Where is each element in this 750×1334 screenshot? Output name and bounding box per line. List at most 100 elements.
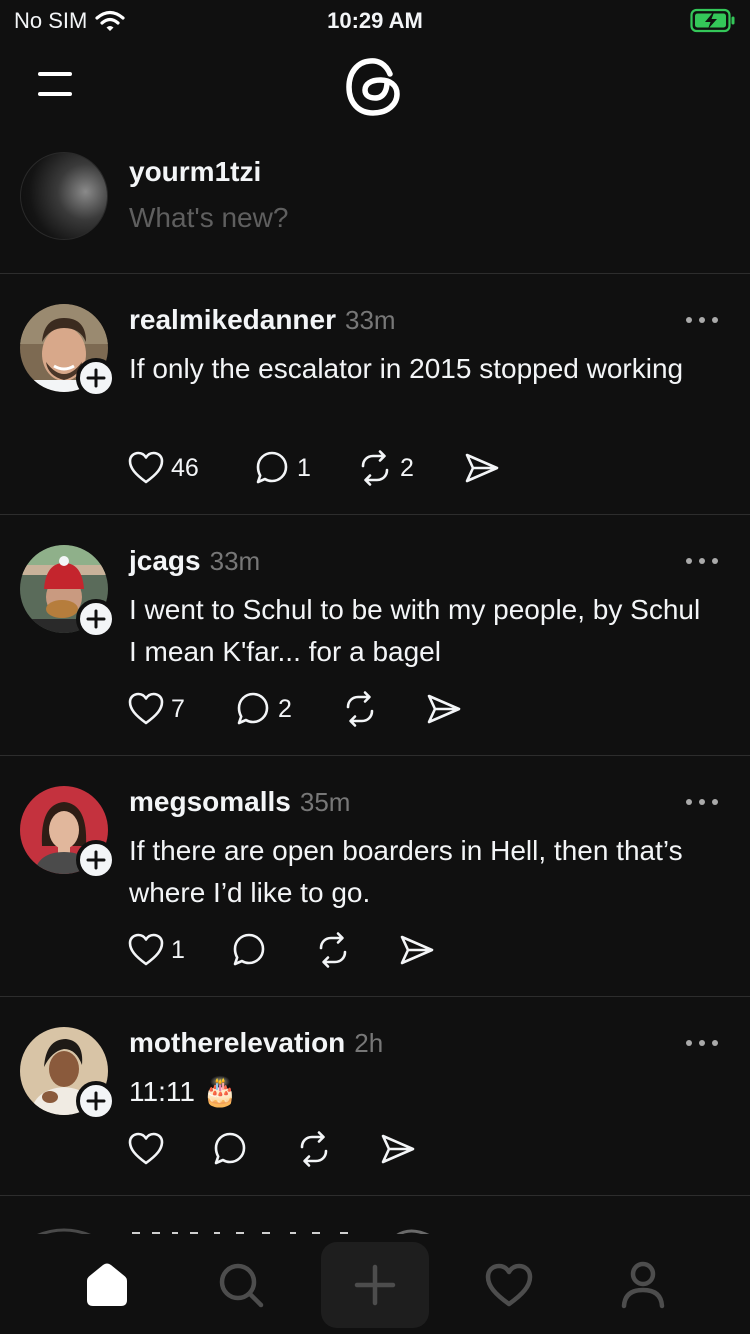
more-icon [686, 799, 718, 805]
follow-button[interactable] [76, 358, 116, 398]
post-header: motherelevation 2h [129, 1027, 383, 1059]
heart-icon [485, 1263, 533, 1307]
thread-post[interactable]: megsomalls 35m If there are open boarder… [0, 756, 750, 997]
post-actions: 46 1 2 [127, 446, 527, 490]
repost-button[interactable] [341, 687, 379, 731]
plus-icon [86, 1091, 106, 1111]
more-button[interactable] [682, 310, 722, 330]
reply-button[interactable] [230, 928, 268, 972]
post-author[interactable]: jcags [129, 545, 201, 577]
post-author[interactable]: megsomalls [129, 786, 291, 818]
post-text: I went to Schul to be with my people, by… [129, 594, 701, 667]
menu-button[interactable] [34, 66, 78, 102]
post-header: jcags 33m [129, 545, 260, 577]
battery-icon [690, 8, 736, 39]
top-nav [0, 42, 750, 136]
comment-icon [237, 692, 269, 725]
like-count: 1 [171, 935, 185, 964]
tab-activity[interactable] [455, 1242, 563, 1328]
menu-icon [38, 72, 72, 96]
tab-compose[interactable] [321, 1242, 429, 1328]
tab-home[interactable] [53, 1242, 161, 1328]
reply-button[interactable] [211, 1127, 249, 1171]
send-icon [381, 1134, 415, 1164]
comment-icon [233, 933, 265, 966]
post-text: If only the escalator in 2015 stopped wo… [129, 353, 684, 384]
comment-icon [256, 451, 288, 484]
tab-bar [0, 1234, 750, 1334]
like-button[interactable]: 7 [127, 687, 185, 731]
composer-username: yourm1tzi [129, 156, 262, 187]
heart-icon [128, 451, 164, 484]
like-button[interactable] [127, 1127, 165, 1171]
share-button[interactable] [463, 446, 501, 490]
repost-button[interactable] [314, 928, 352, 972]
threads-logo[interactable] [340, 52, 410, 122]
plus-icon [86, 850, 106, 870]
heart-icon [128, 692, 164, 725]
wifi-icon [95, 10, 125, 31]
status-bar: No SIM 10:29 AM [0, 0, 750, 42]
follow-button[interactable] [76, 1081, 116, 1121]
profile-icon [621, 1261, 665, 1309]
home-icon [87, 1263, 127, 1306]
thread-post[interactable]: motherelevation 2h 11:11 🎂 [0, 997, 750, 1196]
like-count: 7 [171, 694, 185, 723]
more-icon [686, 317, 718, 323]
tab-search[interactable] [187, 1242, 295, 1328]
like-count: 46 [171, 453, 199, 482]
more-button[interactable] [682, 1033, 722, 1053]
follow-button[interactable] [76, 599, 116, 639]
repost-count: 2 [400, 453, 414, 482]
reply-button[interactable]: 1 [253, 446, 311, 490]
plus-icon [86, 609, 106, 629]
post-actions [127, 1127, 437, 1171]
reply-count: 2 [278, 694, 292, 723]
plus-icon [354, 1264, 396, 1306]
like-button[interactable]: 46 [127, 446, 199, 490]
share-button[interactable] [398, 928, 436, 972]
send-icon [400, 935, 434, 965]
composer-prompt[interactable]: What's new? [129, 202, 288, 234]
post-author[interactable]: motherelevation [129, 1027, 345, 1059]
thread-post[interactable]: jcags 33m I went to Schul to be with my … [0, 515, 750, 756]
follow-button[interactable] [76, 840, 116, 880]
more-button[interactable] [682, 551, 722, 571]
send-icon [465, 453, 499, 483]
comment-icon [214, 1132, 246, 1165]
repost-icon [300, 1131, 328, 1167]
repost-icon [319, 932, 347, 968]
post-time: 2h [354, 1028, 384, 1058]
share-button[interactable] [379, 1127, 417, 1171]
composer[interactable]: yourm1tzi What's new? [0, 140, 750, 274]
repost-button[interactable]: 2 [356, 446, 414, 490]
post-time: 35m [299, 787, 351, 817]
post-header: megsomalls 35m [129, 786, 350, 818]
reply-count: 1 [297, 453, 311, 482]
next-post-peek [0, 1196, 750, 1236]
heart-icon [128, 933, 164, 966]
post-actions: 1 [127, 928, 457, 972]
more-button[interactable] [682, 792, 722, 812]
post-actions: 7 2 [127, 687, 487, 731]
plus-icon [86, 368, 106, 388]
share-button[interactable] [425, 687, 463, 731]
tab-profile[interactable] [589, 1242, 697, 1328]
like-button[interactable]: 1 [127, 928, 185, 972]
heart-icon [128, 1132, 164, 1165]
post-text: 11:11 🎂 [129, 1076, 238, 1107]
repost-button[interactable] [295, 1127, 333, 1171]
repost-icon [361, 450, 389, 486]
thread-post[interactable]: realmikedanner 33m If only the escalator… [0, 274, 750, 515]
carrier-label: No SIM [14, 8, 88, 33]
post-time: 33m [209, 546, 261, 576]
post-time: 33m [345, 305, 396, 335]
more-icon [686, 558, 718, 564]
search-icon [219, 1263, 264, 1308]
repost-icon [346, 691, 374, 727]
reply-button[interactable]: 2 [234, 687, 292, 731]
avatar[interactable] [20, 152, 108, 240]
send-icon [427, 694, 461, 724]
post-author[interactable]: realmikedanner [129, 304, 336, 336]
carrier-group: No SIM [14, 8, 125, 34]
